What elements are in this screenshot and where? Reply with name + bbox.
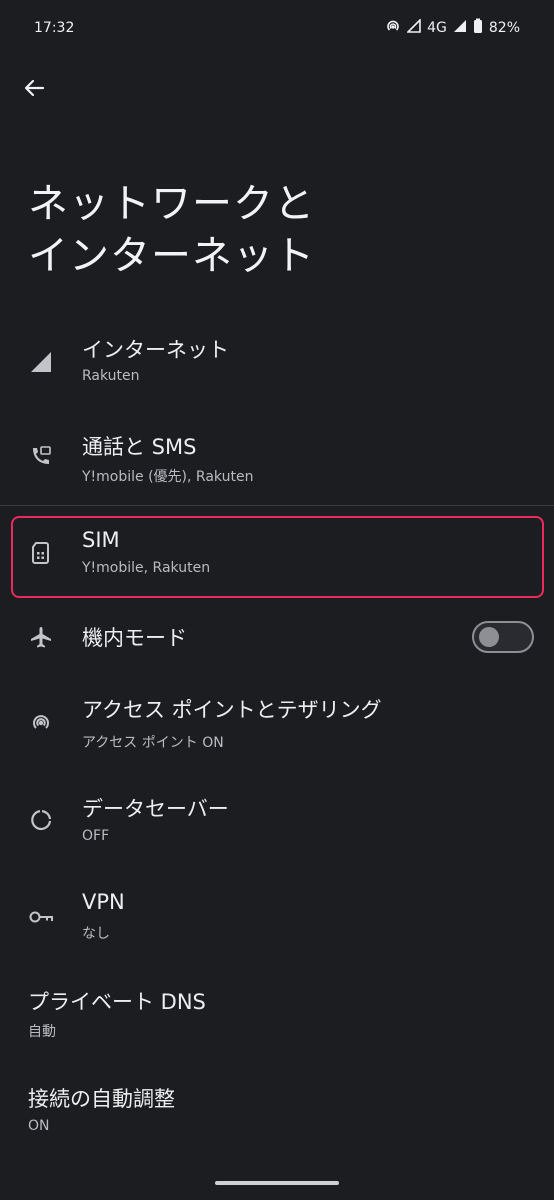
item-label: 接続の自動調整 [28, 1087, 175, 1111]
settings-item-airplane-mode[interactable]: 機内モード [0, 604, 554, 670]
network-type: 4G [427, 20, 447, 36]
item-sub: なし [82, 926, 110, 942]
settings-item-hotspot-tethering[interactable]: アクセス ポイントとテザリング アクセス ポイント ON [0, 686, 554, 766]
toggle-knob [479, 627, 499, 647]
item-sub: 自動 [28, 1024, 56, 1040]
item-label: プライベート DNS [28, 990, 206, 1014]
item-sub: ON [28, 1118, 50, 1134]
hotspot-status-icon [385, 18, 401, 38]
data-saver-icon [28, 807, 54, 833]
settings-item-data-saver[interactable]: データセーバー OFF [0, 783, 554, 863]
battery-icon [473, 18, 483, 38]
settings-item-vpn[interactable]: VPN なし [0, 880, 554, 960]
page-title: ネットワークと インターネット [28, 178, 508, 282]
item-label: 通話と SMS [82, 435, 197, 459]
settings-item-internet[interactable]: インターネット Rakuten [0, 326, 554, 406]
back-arrow-icon [24, 79, 45, 97]
signal-icon [28, 349, 54, 375]
item-sub: Y!mobile, Rakuten [82, 560, 211, 576]
settings-item-private-dns[interactable]: プライベート DNS 自動 [0, 977, 554, 1057]
signal-status-icon [406, 18, 421, 37]
item-label: SIM [82, 528, 120, 552]
status-icons: 4G 82% [385, 18, 520, 38]
item-sub: Rakuten [82, 368, 140, 384]
status-time: 17:32 [34, 20, 75, 36]
back-button[interactable] [20, 74, 48, 102]
item-sub: OFF [82, 828, 110, 844]
airplane-mode-toggle[interactable] [472, 621, 534, 653]
vpn-key-icon [28, 904, 54, 930]
hotspot-icon [28, 709, 54, 735]
item-label: VPN [82, 890, 125, 914]
item-label: アクセス ポイントとテザリング [82, 698, 382, 722]
phone-sms-icon [28, 443, 54, 469]
status-bar: 17:32 4G 82% [0, 0, 554, 56]
item-label: 機内モード [82, 626, 187, 650]
settings-item-sim[interactable]: SIM Y!mobile, Rakuten [0, 518, 554, 596]
page-title-line2: インターネット [28, 233, 315, 279]
gesture-navigation-bar[interactable] [215, 1181, 339, 1185]
battery-percent: 82% [488, 20, 520, 36]
settings-item-calls-sms[interactable]: 通話と SMS Y!mobile (優先), Rakuten [0, 423, 554, 503]
page-title-line1: ネットワークと [28, 181, 315, 227]
airplane-icon [28, 624, 54, 650]
settings-item-adaptive-connectivity[interactable]: 接続の自動調整 ON [0, 1073, 554, 1153]
signal-status-icon-2 [453, 19, 467, 37]
item-sub: アクセス ポイント ON [82, 735, 224, 751]
sim-card-icon [28, 540, 54, 566]
item-sub: Y!mobile (優先), Rakuten [82, 469, 254, 485]
divider [0, 505, 554, 506]
item-label: データセーバー [82, 797, 229, 821]
item-label: インターネット [82, 338, 229, 362]
